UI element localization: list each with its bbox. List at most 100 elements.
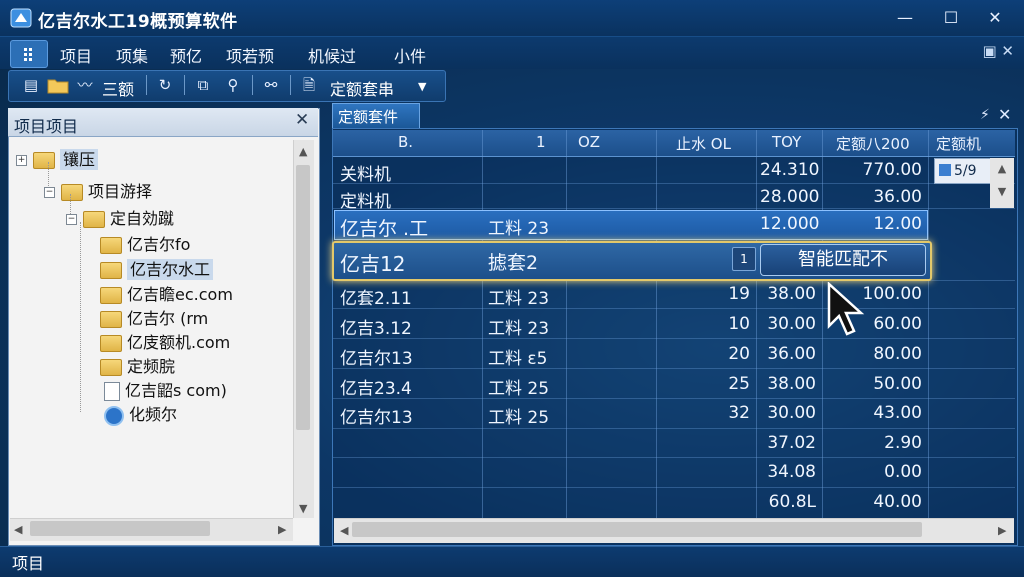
- scroll-up-arrow-icon[interactable]: ▲: [299, 145, 307, 158]
- scroll-right-arrow-icon[interactable]: ▶: [998, 524, 1006, 537]
- table-cell[interactable]: 36.00: [826, 187, 922, 207]
- tree-item[interactable]: 亿吉尔 (rm: [100, 305, 208, 329]
- column-header[interactable]: TOY: [772, 133, 801, 151]
- table-cell[interactable]: 20: [700, 344, 750, 364]
- table-cell[interactable]: 28.000: [760, 187, 819, 207]
- menu-item-items[interactable]: 项若预: [226, 43, 274, 67]
- toolbar-quota-label[interactable]: 三额: [102, 76, 134, 100]
- row-action-button[interactable]: 1: [732, 247, 756, 271]
- table-cell[interactable]: 80.00: [826, 344, 922, 364]
- table-cell[interactable]: 36.00: [760, 344, 816, 364]
- document-list-icon[interactable]: ▤: [20, 75, 42, 95]
- column-header[interactable]: B.: [398, 133, 413, 151]
- scroll-left-arrow-icon[interactable]: ◀: [14, 523, 22, 536]
- tree-item[interactable]: − 项目游择: [44, 178, 152, 202]
- expand-icon[interactable]: +: [16, 155, 27, 166]
- menu-right-controls[interactable]: ▣ ✕: [982, 42, 1014, 60]
- close-icon[interactable]: ✕: [295, 110, 309, 130]
- table-cell[interactable]: 亿吉尔13: [340, 403, 413, 428]
- column-header[interactable]: 定额八200: [836, 133, 910, 154]
- table-cell[interactable]: 12.000: [760, 214, 819, 234]
- menu-item-project[interactable]: 项目: [60, 43, 92, 67]
- table-cell[interactable]: 亿吉12: [340, 248, 405, 277]
- document-edit-icon[interactable]: 🗎: [298, 75, 320, 95]
- tree-item[interactable]: 亿吉瞻ec.com: [100, 281, 233, 305]
- grid-vertical-scrollbar[interactable]: ▲ ▼: [990, 158, 1014, 208]
- scroll-left-arrow-icon[interactable]: ◀: [340, 524, 348, 537]
- search-icon[interactable]: ⚲: [222, 75, 244, 95]
- menu-item-tools[interactable]: 小件: [394, 43, 426, 67]
- menu-item-estimate[interactable]: 预亿: [170, 43, 202, 67]
- grid-horizontal-scroll-thumb[interactable]: [352, 522, 922, 537]
- table-cell[interactable]: 12.00: [826, 214, 922, 234]
- table-cell[interactable]: 亿吉23.4: [340, 374, 412, 399]
- table-cell[interactable]: 38.00: [760, 284, 816, 304]
- table-cell[interactable]: 工料 ε5: [488, 344, 547, 369]
- table-cell[interactable]: 770.00: [826, 160, 922, 180]
- table-cell[interactable]: 摅套2: [488, 248, 538, 275]
- link-icon[interactable]: 〰: [74, 75, 96, 95]
- scroll-down-arrow-icon[interactable]: ▼: [299, 502, 307, 515]
- tree-vertical-scroll-thumb[interactable]: [296, 165, 310, 430]
- tree-horizontal-scroll-thumb[interactable]: [30, 521, 210, 536]
- scroll-up-arrow-icon[interactable]: ▲: [990, 162, 1014, 175]
- quota-set-dropdown[interactable]: 定额套串: [330, 76, 394, 100]
- table-cell[interactable]: 37.02: [760, 433, 816, 453]
- collapse-icon[interactable]: −: [66, 214, 77, 225]
- menu-item-collection[interactable]: 项集: [116, 43, 148, 67]
- arrange-icon[interactable]: ⧉: [192, 75, 214, 95]
- table-cell[interactable]: 定料机: [340, 187, 391, 212]
- table-cell[interactable]: 50.00: [826, 374, 922, 394]
- link-nodes-icon[interactable]: ⚯: [260, 75, 282, 95]
- collapse-icon[interactable]: −: [44, 187, 55, 198]
- scroll-right-arrow-icon[interactable]: ▶: [278, 523, 286, 536]
- tree-item[interactable]: 定频脘: [100, 353, 175, 377]
- table-cell[interactable]: 25: [700, 374, 750, 394]
- tree-item[interactable]: 亿吉尔水工: [100, 256, 214, 280]
- scroll-down-arrow-icon[interactable]: ▼: [990, 185, 1014, 198]
- menu-item-machine[interactable]: 机候过: [308, 43, 356, 67]
- column-header[interactable]: 1: [536, 133, 546, 151]
- column-header[interactable]: 止水 OL: [676, 133, 731, 154]
- folder-open-icon[interactable]: [47, 76, 69, 94]
- tree-item[interactable]: 亿庋额机.com: [100, 329, 230, 353]
- tree-item[interactable]: − 定自効蹴: [66, 205, 174, 229]
- table-cell[interactable]: 工料 23: [488, 314, 549, 339]
- table-cell[interactable]: 工料 25: [488, 403, 549, 428]
- table-cell[interactable]: 2.90: [826, 433, 922, 453]
- minimize-button[interactable]: —: [890, 6, 920, 30]
- table-cell[interactable]: 工料 23: [488, 214, 549, 239]
- table-cell[interactable]: 43.00: [826, 403, 922, 423]
- close-icon[interactable]: ✕: [998, 105, 1011, 124]
- tree-item[interactable]: 化频尔: [104, 401, 177, 426]
- tree-item[interactable]: 亿吉鼦s com): [104, 377, 227, 401]
- table-cell[interactable]: 60.8L: [760, 492, 816, 512]
- smart-match-button[interactable]: 智能匹配不: [760, 244, 926, 276]
- table-cell[interactable]: 30.00: [760, 314, 816, 334]
- table-cell[interactable]: 亿吉尔 .工: [340, 214, 428, 241]
- table-cell[interactable]: 32: [700, 403, 750, 423]
- chevron-down-icon[interactable]: ▼: [418, 80, 426, 93]
- table-cell[interactable]: 24.310: [760, 160, 819, 180]
- table-cell[interactable]: 亿套2.11: [340, 284, 412, 309]
- maximize-button[interactable]: ☐: [936, 6, 966, 30]
- table-cell[interactable]: 0.00: [826, 462, 922, 482]
- refresh-icon[interactable]: ↻: [154, 75, 176, 95]
- column-header[interactable]: OZ: [578, 133, 600, 151]
- table-cell[interactable]: 10: [700, 314, 750, 334]
- table-cell[interactable]: 38.00: [760, 374, 816, 394]
- table-cell[interactable]: 40.00: [826, 492, 922, 512]
- table-cell[interactable]: 亿吉3.12: [340, 314, 412, 339]
- table-cell[interactable]: 30.00: [760, 403, 816, 423]
- close-window-button[interactable]: ✕: [980, 6, 1010, 30]
- tree-item[interactable]: + 镶压: [16, 146, 99, 170]
- table-cell[interactable]: 工料 25: [488, 374, 549, 399]
- tree-item[interactable]: 亿吉尔fo: [100, 231, 190, 255]
- table-cell[interactable]: 关料机: [340, 160, 391, 185]
- column-header[interactable]: 定额机: [936, 133, 981, 154]
- table-cell[interactable]: 19: [700, 284, 750, 304]
- app-menu-button[interactable]: [10, 40, 48, 68]
- table-cell[interactable]: 工料 23: [488, 284, 549, 309]
- table-cell[interactable]: 亿吉尔13: [340, 344, 413, 369]
- side-list-item[interactable]: 5/9: [934, 158, 992, 184]
